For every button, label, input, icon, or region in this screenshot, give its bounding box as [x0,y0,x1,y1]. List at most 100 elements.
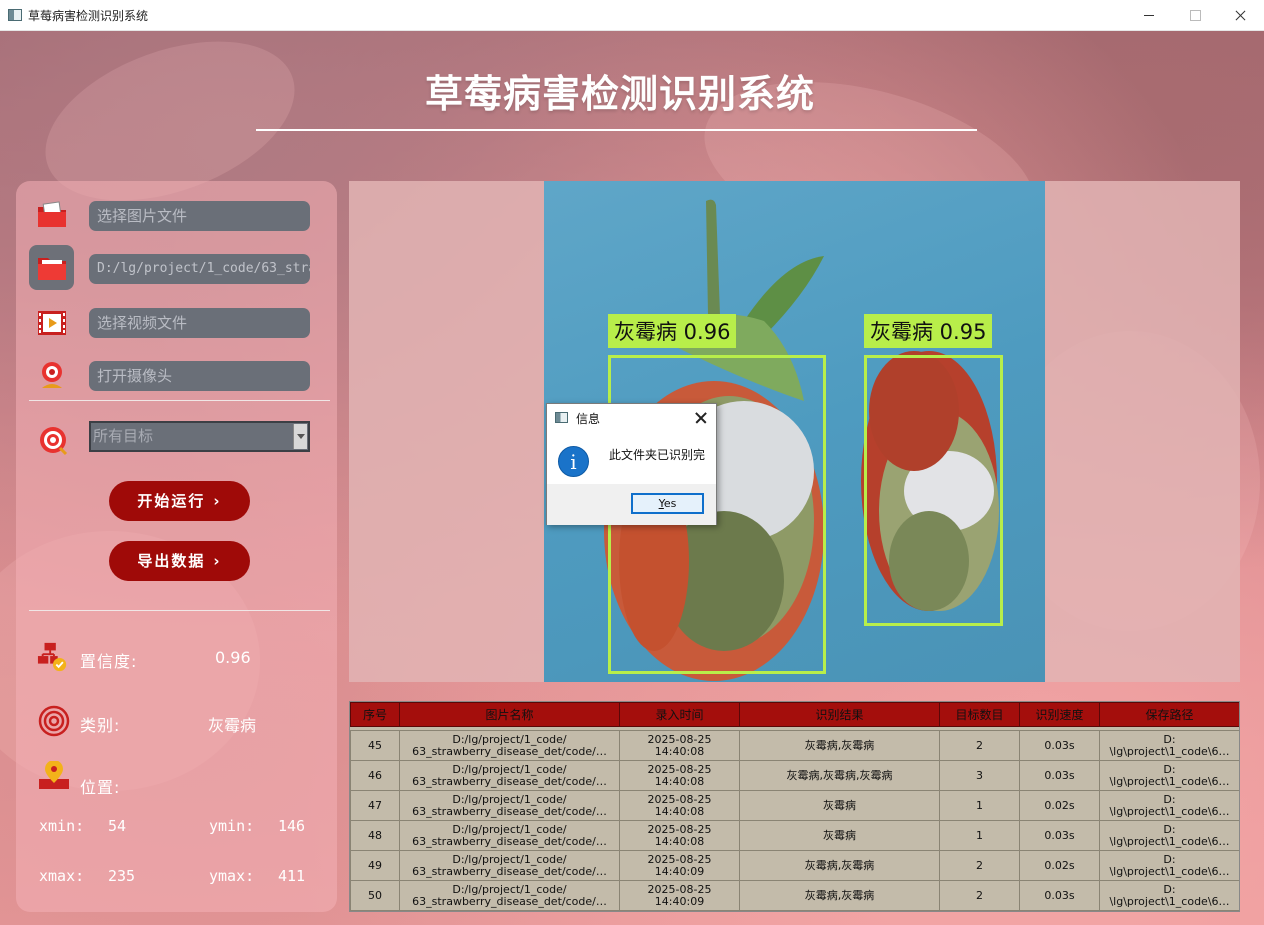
image-file-icon[interactable] [36,199,68,231]
dialog-footer: Yes [547,484,716,525]
window-titlebar: 草莓病害检测识别系统 [0,0,1264,31]
cell-count: 2 [939,850,1020,881]
cell-speed: 0.02s [1019,790,1100,821]
class-value: 灰霉病 [208,716,257,735]
cell-speed: 0.02s [1019,850,1100,881]
divider [29,610,330,611]
table-row[interactable]: 47 D:/lg/project/1_code/ 63_strawberry_d… [350,790,1239,821]
image-file-input[interactable]: 选择图片文件 [89,201,310,231]
run-button-label: 开始运行 [137,492,206,510]
chevron-right-icon: › [213,492,222,510]
target-select-value: 所有目标 [93,427,154,445]
table-row[interactable]: 50 D:/lg/project/1_code/ 63_strawberry_d… [350,880,1239,911]
column-header-time[interactable]: 录入时间 [619,702,740,727]
column-header-path[interactable]: 保存路径 [1099,702,1239,727]
image-display-panel: 灰霉病 0.96 灰霉病 0.95 [349,181,1240,682]
cell-id: 45 [350,730,400,761]
dialog-titlebar: 信息 [547,404,716,432]
class-icon [38,705,70,737]
hierarchy-check-icon [37,641,69,673]
cell-name: D:/lg/project/1_code/ 63_strawberry_dise… [399,850,620,881]
cell-id: 47 [350,790,400,821]
run-button[interactable]: 开始运行 › [109,481,250,521]
cell-count: 2 [939,880,1020,911]
detection-box [864,355,1003,626]
table-row[interactable]: 49 D:/lg/project/1_code/ 63_strawberry_d… [350,850,1239,881]
cell-id: 46 [350,760,400,791]
cell-name: D:/lg/project/1_code/ 63_strawberry_dise… [399,820,620,851]
class-label: 类别: [80,716,121,735]
cell-name: D:/lg/project/1_code/ 63_strawberry_dise… [399,790,620,821]
cell-id: 48 [350,820,400,851]
xmin-value: 54 [108,817,127,835]
cell-count: 3 [939,760,1020,791]
dialog-title: 信息 [576,412,601,426]
table-header-row: 序号 图片名称 录入时间 识别结果 目标数目 识别速度 保存路径 [350,702,1239,727]
table-row[interactable]: 46 D:/lg/project/1_code/ 63_strawberry_d… [350,760,1239,791]
position-label: 位置: [80,778,121,797]
cell-path: D: \lg\project\1_code\6… [1099,760,1239,791]
cell-result: 灰霉病,灰霉病 [739,850,940,881]
cell-path: D: \lg\project\1_code\6… [1099,790,1239,821]
column-header-name[interactable]: 图片名称 [399,702,620,727]
xmin-label: xmin: [39,817,85,835]
confidence-label: 置信度: [80,652,138,671]
cell-id: 50 [350,880,400,911]
close-button[interactable] [1218,0,1264,31]
column-header-speed[interactable]: 识别速度 [1019,702,1100,727]
cell-path: D: \lg\project\1_code\6… [1099,820,1239,851]
results-table[interactable]: 序号 图片名称 录入时间 识别结果 目标数目 识别速度 保存路径 45 D:/l… [349,701,1240,912]
app-icon [555,412,568,423]
chevron-down-icon[interactable] [293,424,307,449]
detection-label: 灰霉病 0.95 [864,314,993,348]
app-icon [8,9,22,21]
export-button[interactable]: 导出数据 › [109,541,250,581]
minimize-button[interactable] [1126,0,1172,31]
camera-input[interactable]: 打开摄像头 [89,361,310,391]
target-select[interactable]: 所有目标 [89,421,310,452]
yes-button-label: es [663,497,677,510]
confidence-value: 0.96 [215,648,251,667]
folder-path-input[interactable]: D:/lg/project/1_code/63_strawberry_disea… [89,254,310,284]
cell-result: 灰霉病,灰霉病 [739,730,940,761]
table-row[interactable]: 48 D:/lg/project/1_code/ 63_strawberry_d… [350,820,1239,851]
column-header-result[interactable]: 识别结果 [739,702,940,727]
divider [29,400,330,401]
location-pin-icon [38,760,70,792]
yes-button[interactable]: Yes [631,493,704,514]
video-file-input[interactable]: 选择视频文件 [89,308,310,338]
cell-time: 2025-08-25 14:40:08 [619,730,740,761]
dialog-message: 此文件夹已识别完 [609,448,706,462]
chevron-right-icon: › [213,552,222,570]
ymax-label: ymax: [209,867,255,885]
ymin-value: 146 [278,817,306,835]
table-row[interactable]: 45 D:/lg/project/1_code/ 63_strawberry_d… [350,730,1239,761]
xmax-label: xmax: [39,867,85,885]
cell-speed: 0.03s [1019,730,1100,761]
maximize-button[interactable] [1172,0,1218,31]
cell-name: D:/lg/project/1_code/ 63_strawberry_dise… [399,730,620,761]
export-button-label: 导出数据 [137,552,206,570]
xmax-value: 235 [108,867,136,885]
webcam-icon[interactable] [36,359,68,391]
video-file-icon[interactable] [36,307,68,339]
cell-result: 灰霉病,灰霉病,灰霉病 [739,760,940,791]
column-header-count[interactable]: 目标数目 [939,702,1020,727]
cell-time: 2025-08-25 14:40:09 [619,880,740,911]
cell-speed: 0.03s [1019,760,1100,791]
cell-id: 49 [350,850,400,881]
page-title: 草莓病害检测识别系统 [424,72,815,116]
cell-time: 2025-08-25 14:40:09 [619,850,740,881]
column-header-id[interactable]: 序号 [350,702,400,727]
info-icon: i [558,446,589,477]
cell-result: 灰霉病,灰霉病 [739,880,940,911]
info-dialog: 信息 i 此文件夹已识别完 Yes [546,403,717,525]
cell-time: 2025-08-25 14:40:08 [619,760,740,791]
cell-path: D: \lg\project\1_code\6… [1099,730,1239,761]
cell-time: 2025-08-25 14:40:08 [619,790,740,821]
cell-path: D: \lg\project\1_code\6… [1099,880,1239,911]
close-icon[interactable] [694,411,708,425]
cell-path: D: \lg\project\1_code\6… [1099,850,1239,881]
folder-icon[interactable] [29,245,74,290]
ymin-label: ymin: [209,817,255,835]
